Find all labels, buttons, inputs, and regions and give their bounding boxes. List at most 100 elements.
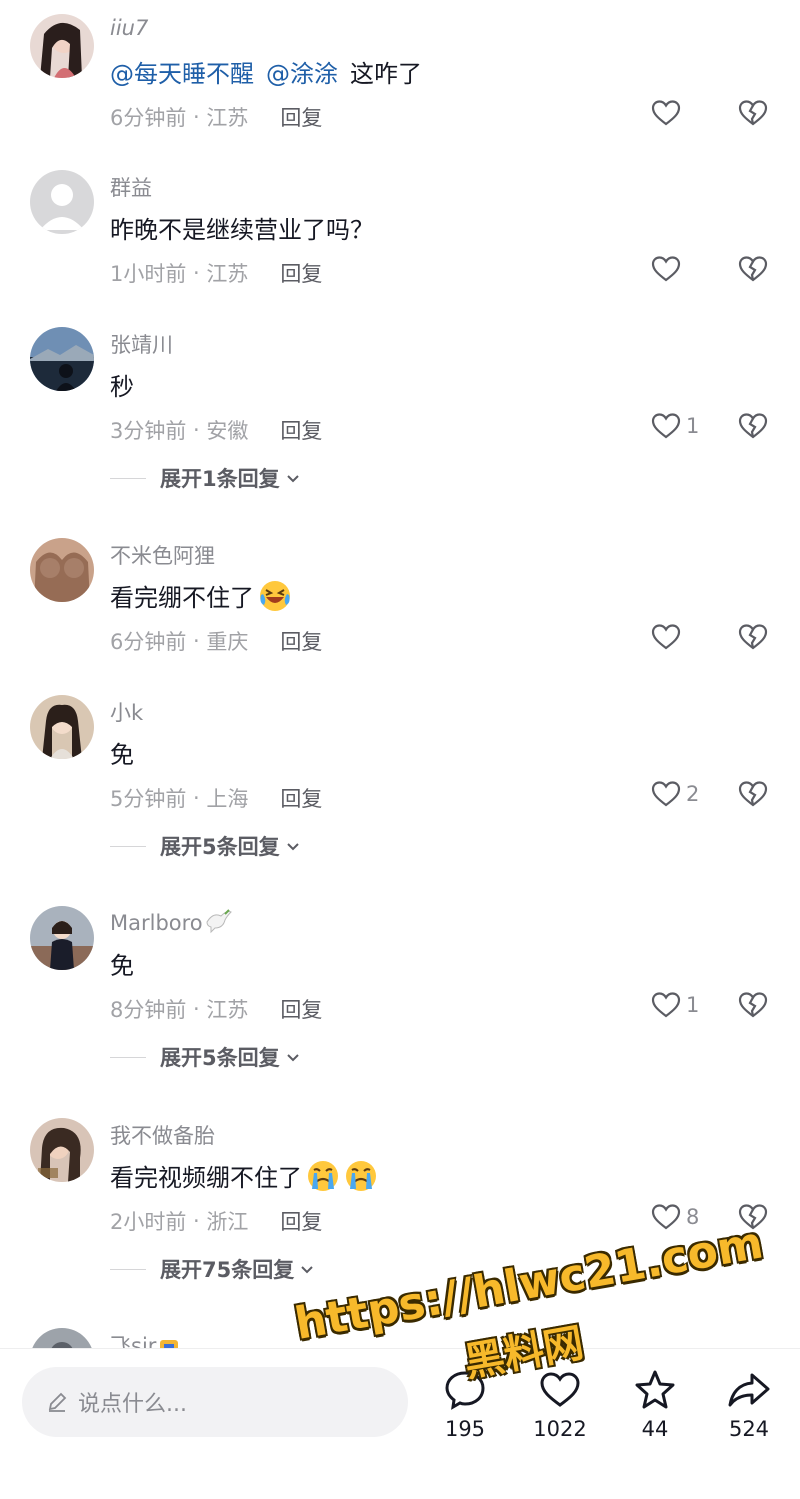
divider (110, 1268, 146, 1270)
comment-location: 重庆 (206, 630, 249, 654)
broken-heart-icon (738, 781, 768, 807)
dislike-button[interactable] (737, 253, 769, 285)
like-button[interactable]: 1 (650, 989, 700, 1021)
comment-location: 江苏 (206, 106, 249, 130)
reply-button[interactable]: 回复 (280, 415, 322, 445)
comment-input-placeholder: 说点什么... (78, 1392, 187, 1417)
username[interactable]: Marlboro (110, 908, 233, 935)
comment-meta: 1小时前 · 江苏 回复 (110, 258, 322, 288)
divider (110, 845, 146, 847)
avatar[interactable] (30, 695, 94, 759)
chevron-down-icon (284, 1048, 302, 1066)
username[interactable]: iiu7 (110, 16, 148, 40)
comment-body: 免 (110, 952, 134, 980)
comment-text: 免 (110, 946, 134, 981)
expand-replies-button[interactable]: 展开5条回复 (110, 831, 302, 861)
username[interactable]: 群益 (110, 172, 152, 202)
meta-separator: · (186, 997, 207, 1021)
dove-icon (203, 908, 233, 934)
like-button[interactable] (650, 621, 700, 653)
avatar[interactable] (30, 1328, 94, 1348)
expand-replies-button[interactable]: 展开5条回复 (110, 1042, 302, 1072)
share-icon (728, 1373, 770, 1407)
heart-icon (650, 778, 682, 810)
expand-replies-label: 展开5条回复 (160, 1046, 280, 1070)
crying-emoji-icon (306, 1159, 340, 1193)
share-button[interactable]: 524 (704, 1367, 794, 1441)
comment-time: 8分钟前 (110, 998, 187, 1022)
meta-separator: · (186, 261, 207, 285)
divider (110, 1056, 146, 1058)
dislike-button[interactable] (737, 97, 769, 129)
badge-icon (158, 1336, 180, 1348)
dislike-button[interactable] (737, 621, 769, 653)
avatar[interactable] (30, 906, 94, 970)
avatar[interactable] (30, 1118, 94, 1182)
expand-replies-button[interactable]: 展开75条回复 (110, 1254, 316, 1284)
avatar[interactable] (30, 327, 94, 391)
username-text: Marlboro (110, 911, 203, 935)
like-button[interactable] (650, 97, 700, 129)
heart-icon (650, 253, 682, 285)
comment-meta: 5分钟前 · 上海 回复 (110, 783, 322, 813)
comment-meta: 3分钟前 · 安徽 回复 (110, 415, 322, 445)
dislike-button[interactable] (737, 778, 769, 810)
avatar[interactable] (30, 14, 94, 78)
reply-button[interactable]: 回复 (280, 1206, 322, 1236)
comment-button[interactable]: 195 (420, 1367, 510, 1441)
like-count: 8 (686, 1205, 700, 1229)
username[interactable]: 张靖川 (110, 329, 173, 359)
chevron-down-icon (284, 837, 302, 855)
comment-time: 3分钟前 (110, 419, 187, 443)
comment-time: 6分钟前 (110, 106, 187, 130)
dislike-button[interactable] (737, 1201, 769, 1233)
comment-list: iiu7 @每天睡不醒 @涂涂 这咋了 6分钟前 · 江苏 回复 群益 昨晚不是… (0, 0, 800, 1348)
reply-button[interactable]: 回复 (280, 783, 322, 813)
mention-link[interactable]: @涂涂 (266, 54, 338, 89)
reply-button[interactable]: 回复 (280, 994, 322, 1024)
expand-replies-label: 展开75条回复 (160, 1258, 295, 1282)
broken-heart-icon (738, 256, 768, 282)
username[interactable]: 不米色阿狸 (110, 540, 215, 570)
comment-body: 这咋了 (350, 60, 422, 88)
comment-text: 看完视频绷不住了 (110, 1158, 378, 1193)
like-button[interactable]: 8 (650, 1201, 700, 1233)
dislike-button[interactable] (737, 989, 769, 1021)
mention-link[interactable]: @每天睡不醒 (110, 54, 254, 89)
comment-meta: 6分钟前 · 江苏 回复 (110, 102, 322, 132)
reply-button[interactable]: 回复 (280, 102, 322, 132)
username[interactable]: 飞sir (110, 1330, 180, 1348)
expand-replies-button[interactable]: 展开1条回复 (110, 463, 302, 493)
meta-separator: · (186, 105, 207, 129)
favorite-button[interactable]: 44 (610, 1367, 700, 1441)
username-text: 飞sir (110, 1334, 157, 1348)
divider (110, 477, 146, 479)
bottom-bar: 说点什么... 195 1022 44 524 (0, 1348, 800, 1499)
heart-icon (650, 97, 682, 129)
like-button[interactable]: 1 (650, 410, 700, 442)
avatar[interactable] (30, 538, 94, 602)
like-count: 2 (686, 782, 700, 806)
like-button[interactable]: 2 (650, 778, 700, 810)
avatar[interactable] (30, 170, 94, 234)
dislike-button[interactable] (737, 410, 769, 442)
expand-replies-label: 展开1条回复 (160, 467, 280, 491)
star-icon (635, 1370, 675, 1409)
comment-time: 5分钟前 (110, 787, 187, 811)
crying-emoji-icon (344, 1159, 378, 1193)
reply-button[interactable]: 回复 (280, 626, 322, 656)
heart-icon (650, 989, 682, 1021)
expand-replies-label: 展开5条回复 (160, 835, 280, 859)
username[interactable]: 小k (110, 697, 143, 727)
username[interactable]: 我不做备胎 (110, 1120, 215, 1150)
heart-icon (650, 410, 682, 442)
like-button[interactable] (650, 253, 700, 285)
reply-button[interactable]: 回复 (280, 258, 322, 288)
comment-location: 安徽 (206, 419, 249, 443)
pencil-icon (46, 1391, 68, 1413)
like-count: 1 (686, 414, 700, 438)
comment-body: 看完绷不住了 (110, 584, 254, 612)
comment-input[interactable]: 说点什么... (22, 1367, 408, 1437)
like-video-button[interactable]: 1022 (515, 1367, 605, 1441)
comment-text: 秒 (110, 367, 134, 402)
